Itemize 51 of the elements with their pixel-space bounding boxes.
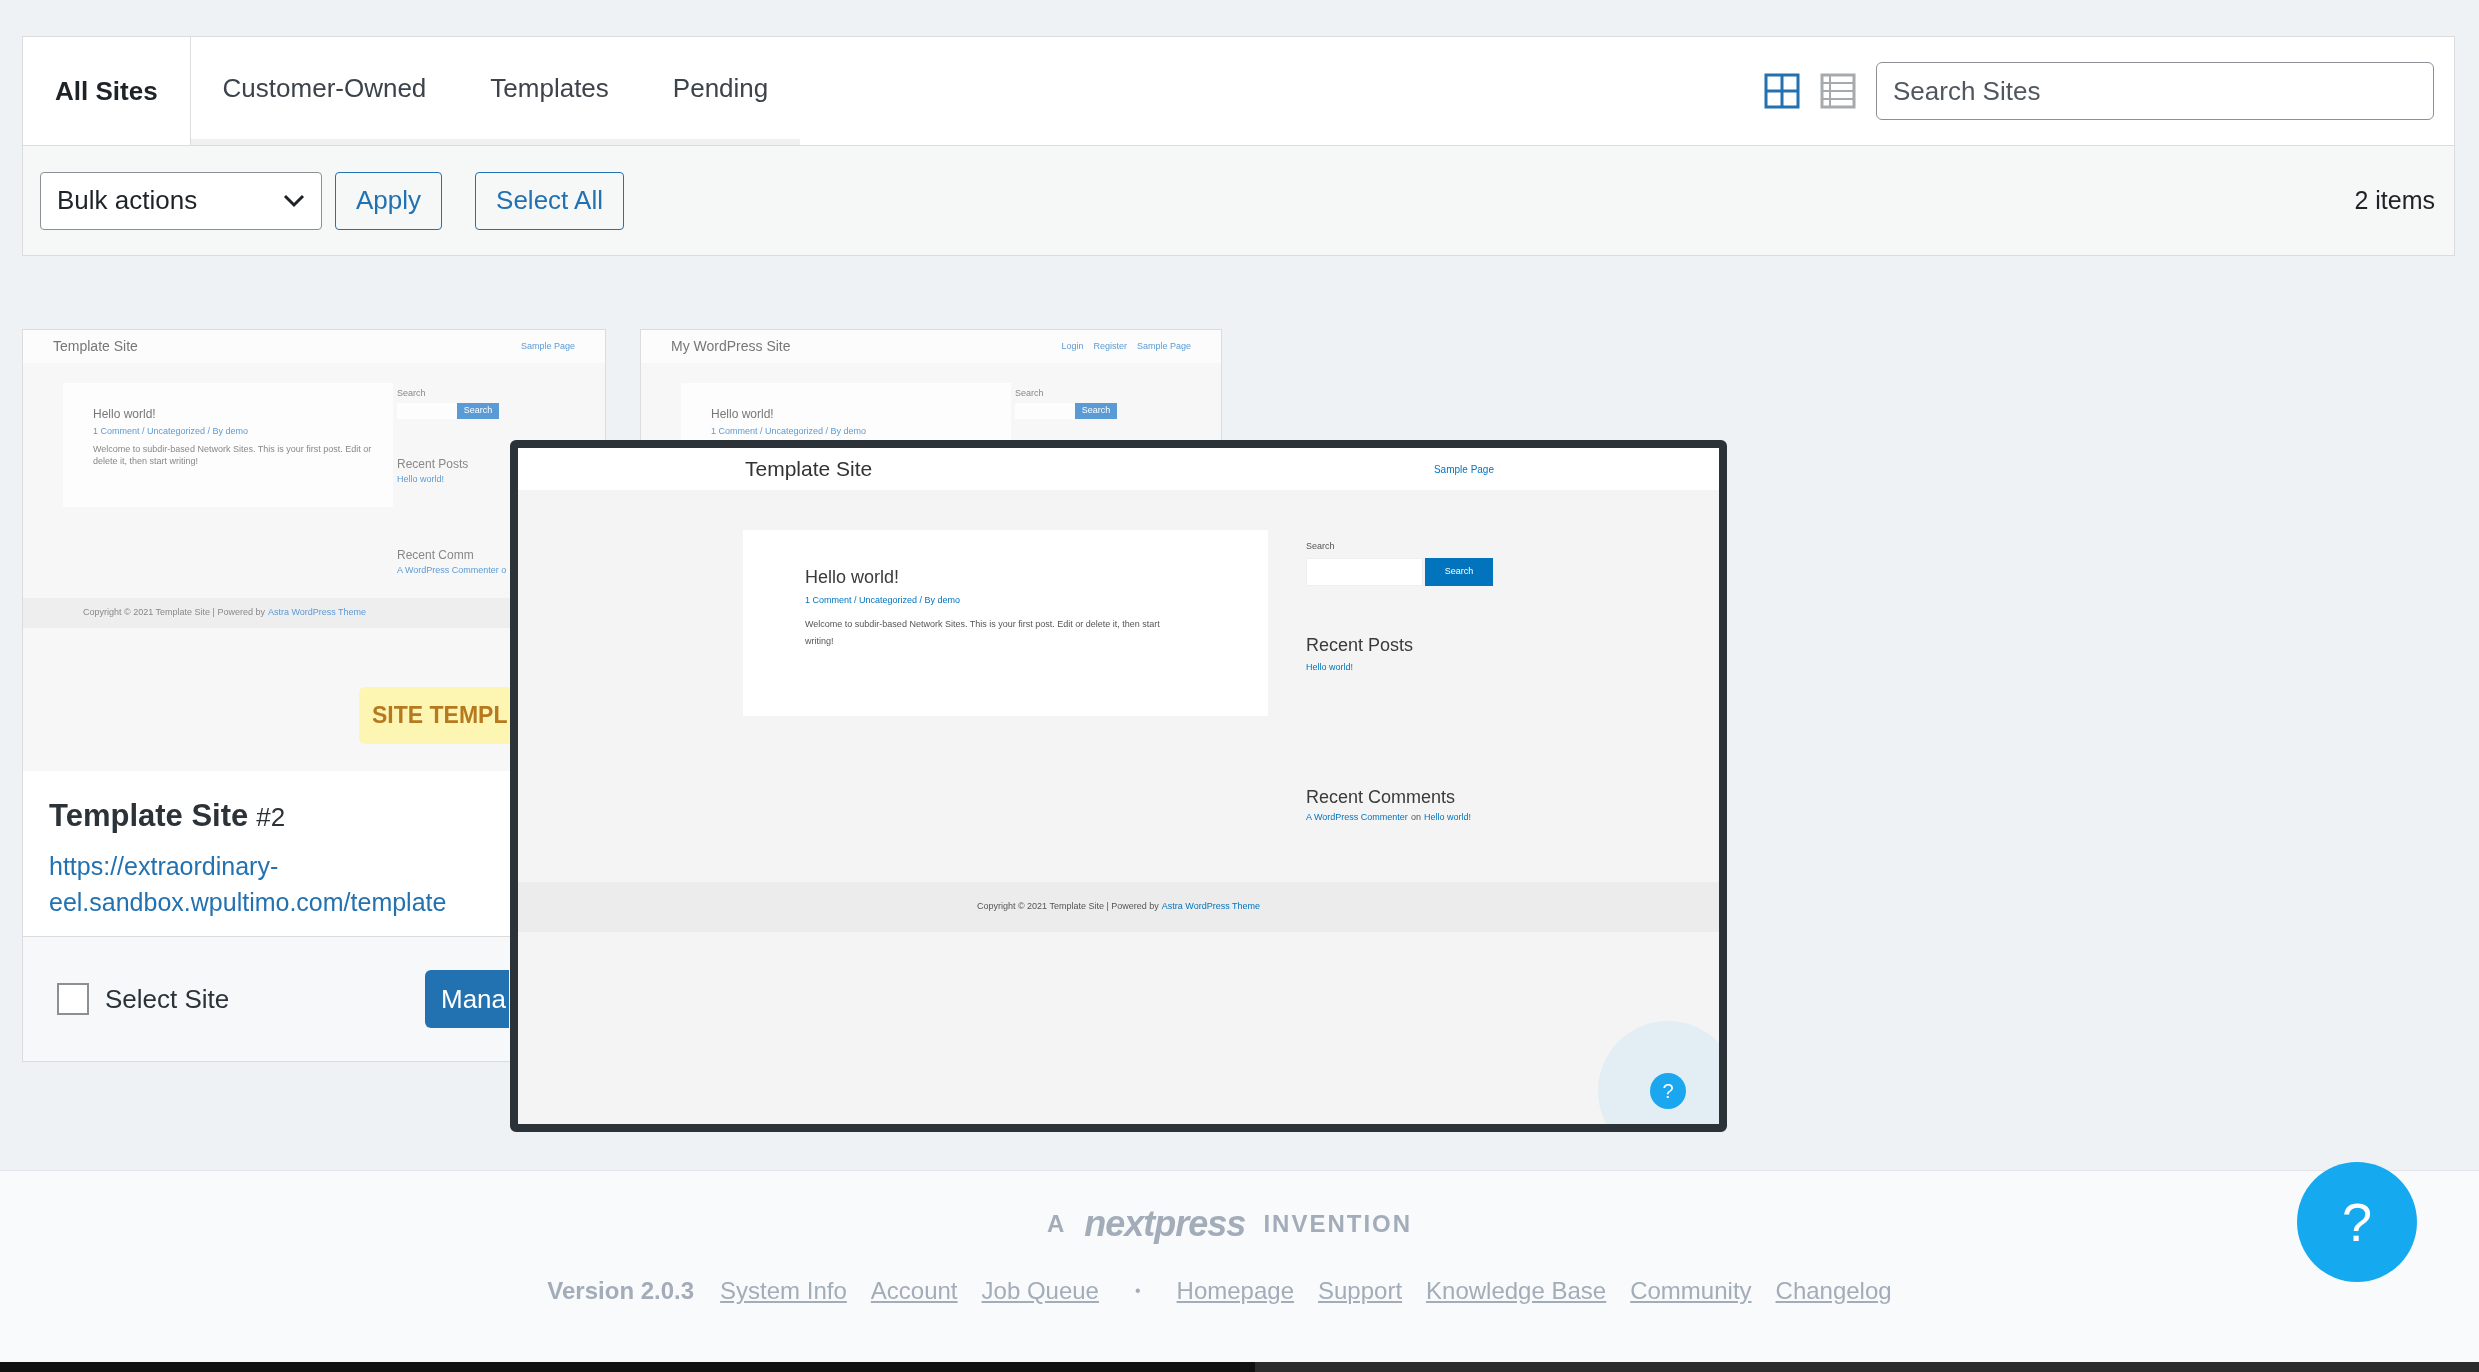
item-count: 2 items bbox=[2354, 184, 2435, 216]
preview-widget-heading: Recent Posts bbox=[1306, 633, 1415, 657]
bulk-actions-select[interactable]: Bulk actions bbox=[40, 171, 322, 230]
thumbnail-post-meta: 1 Comment / Uncategorized / By demo bbox=[711, 425, 868, 438]
thumbnail-post-title: Hello world! bbox=[711, 406, 775, 423]
preview-nav-link[interactable]: Sample Page bbox=[1433, 461, 1494, 477]
preview-widget-heading: Recent Comments bbox=[1306, 786, 1457, 809]
thumbnail-nav-link[interactable]: Sample Page bbox=[520, 339, 575, 354]
separator-dot: • bbox=[1134, 1281, 1141, 1301]
manage-button[interactable]: Mana bbox=[425, 970, 509, 1028]
site-title: Template Site bbox=[49, 797, 249, 835]
preview-post-link[interactable]: Hello world! bbox=[1306, 660, 1526, 674]
thumbnail-copyright: Copyright © 2021 Template Site | Powered by bbox=[83, 605, 265, 619]
site-number: #2 bbox=[256, 801, 286, 834]
thumbnail-nav-link[interactable]: Sample Page bbox=[1136, 339, 1191, 354]
apply-button[interactable]: Apply bbox=[335, 171, 443, 230]
thumbnail-nav-link[interactable]: Login bbox=[1061, 339, 1084, 354]
thumbnail-search-label: Search bbox=[1015, 387, 1045, 400]
thumbnail-widget-heading: Recent Posts bbox=[397, 455, 470, 473]
checkbox[interactable] bbox=[57, 983, 89, 1015]
thumbnail-post-excerpt: Welcome to subdir-based Network Sites. This is your first post. Edit or delete it, then start writing! bbox=[93, 442, 373, 467]
select-all-button[interactable]: Select All bbox=[475, 171, 624, 230]
brand-prefix: A bbox=[1046, 1209, 1067, 1239]
preview-post-title: Hello world! bbox=[805, 566, 901, 589]
preview-post-excerpt: Welcome to subdir-based Network Sites. This is your first post. Edit or delete it, then start writing! bbox=[805, 617, 1161, 648]
brand-logo: nextpress bbox=[1084, 1202, 1246, 1246]
list-view-icon[interactable] bbox=[1820, 73, 1856, 109]
brand-suffix: INVENTION bbox=[1263, 1209, 1413, 1239]
preview-site-title: Template Site bbox=[745, 456, 873, 483]
search-field[interactable]: Search Sites bbox=[1876, 62, 2434, 120]
preview-commenter-link[interactable]: A WordPress Commenter bbox=[1306, 811, 1408, 825]
preview-search-button[interactable]: Search bbox=[1425, 557, 1493, 586]
preview-help-button[interactable]: ? bbox=[1650, 1073, 1686, 1109]
chevron-icon bbox=[283, 193, 305, 208]
version-label: Version 2.0.3 bbox=[547, 1276, 695, 1306]
thumbnail-post-meta: 1 Comment / Uncategorized / By demo bbox=[93, 425, 250, 438]
preview-comment-text: on bbox=[1410, 811, 1421, 824]
select-site-label: Select Site bbox=[105, 982, 230, 1016]
preview-theme-link[interactable]: Astra WordPress Theme bbox=[1161, 900, 1261, 914]
thumbnail-post-title: Hello world! bbox=[93, 406, 157, 423]
thumbnail-site-title: My WordPress Site bbox=[671, 337, 791, 356]
thumbnail-search-label: Search bbox=[397, 387, 427, 400]
preview-post-meta: 1 Comment / Uncategorized / By demo bbox=[805, 594, 962, 607]
site-url-link[interactable]: https://extraordinary-eel.sandbox.wpultimo.com/template bbox=[49, 847, 499, 920]
thumbnail-widget-heading: Recent Comm bbox=[397, 547, 475, 564]
thumbnail-nav-link[interactable]: Register bbox=[1093, 339, 1127, 354]
preview-copyright: Copyright © 2021 Template Site | Powered by bbox=[976, 900, 1159, 914]
thumbnail-site-title: Template Site bbox=[53, 337, 138, 356]
preview-post-link[interactable]: Hello world! bbox=[1423, 811, 1471, 825]
grid-view-icon[interactable] bbox=[1764, 73, 1800, 109]
preview-search-label: Search bbox=[1306, 540, 1336, 553]
